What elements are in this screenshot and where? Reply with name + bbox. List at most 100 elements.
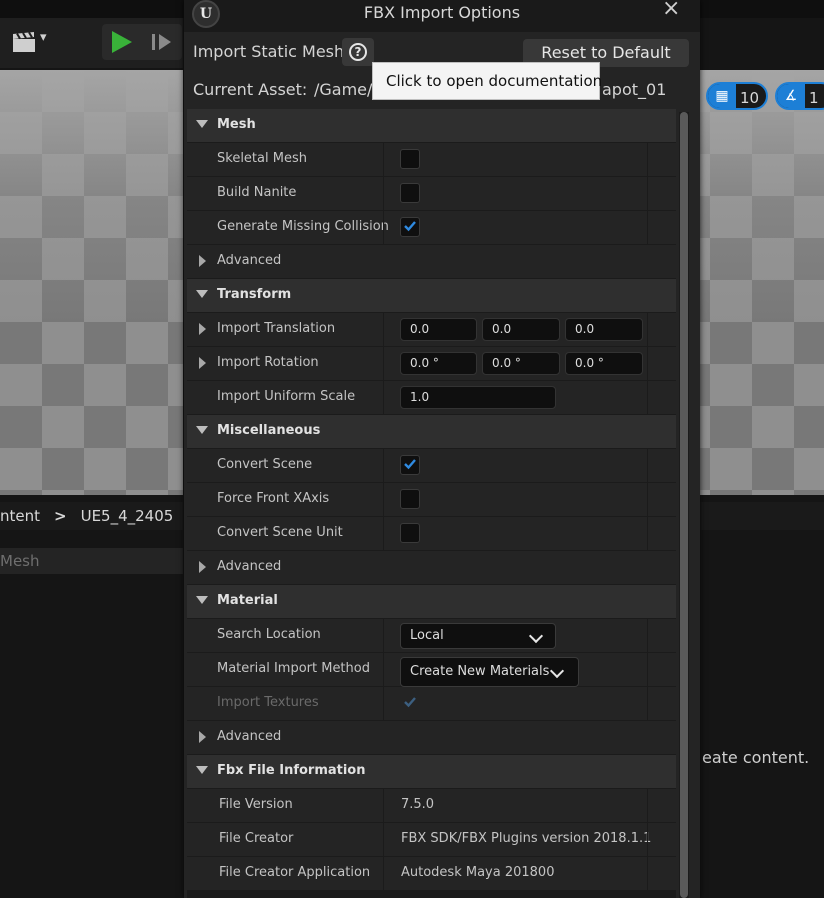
frame-step-icon[interactable]: [152, 33, 172, 51]
column-divider[interactable]: [383, 823, 384, 856]
column-divider[interactable]: [383, 517, 384, 550]
column-divider[interactable]: [383, 857, 384, 890]
property-import-translation: Import Translation 0.0 0.0 0.0: [187, 313, 676, 347]
category-label: Miscellaneous: [217, 423, 321, 438]
translation-y-input[interactable]: 0.0: [482, 318, 560, 341]
category-miscellaneous[interactable]: Miscellaneous: [187, 415, 676, 449]
advanced-mesh-group[interactable]: Advanced: [187, 245, 676, 279]
details-scrollbar[interactable]: [679, 112, 689, 898]
property-import-uniform-scale: Import Uniform Scale 1.0: [187, 381, 676, 415]
column-divider: [647, 211, 648, 244]
checkmark-icon: [404, 697, 416, 708]
rotation-x-input[interactable]: 0.0 °: [400, 352, 477, 375]
column-divider: [647, 789, 648, 822]
material-import-method-dropdown[interactable]: Create New Materials: [400, 657, 579, 687]
angle-snap-chip[interactable]: ∡ 1: [775, 82, 824, 110]
property-generate-missing-collision: Generate Missing Collision: [187, 211, 676, 245]
build-nanite-checkbox[interactable]: [400, 183, 420, 203]
advanced-misc-group[interactable]: Advanced: [187, 551, 676, 585]
import-textures-checkbox: [400, 693, 420, 713]
breadcrumb-item-folder[interactable]: UE5_4_2405: [81, 507, 174, 525]
checkmark-icon: [404, 459, 416, 470]
dialog-title: FBX Import Options: [363, 3, 521, 22]
translation-x-input[interactable]: 0.0: [400, 318, 477, 341]
uniform-scale-input[interactable]: 1.0: [400, 386, 556, 409]
content-search-input[interactable]: Mesh: [0, 548, 183, 574]
column-divider[interactable]: [383, 347, 384, 380]
content-bar-right: [700, 502, 824, 530]
search-location-dropdown[interactable]: Local: [400, 623, 556, 649]
details-panel: Mesh Skeletal Mesh Build Nanite Generate…: [187, 109, 676, 898]
generate-collision-checkbox[interactable]: [400, 217, 420, 237]
column-divider[interactable]: [383, 789, 384, 822]
column-divider[interactable]: [383, 687, 384, 720]
category-mesh[interactable]: Mesh: [187, 109, 676, 143]
column-divider[interactable]: [383, 177, 384, 210]
property-label: Skeletal Mesh: [217, 151, 307, 166]
collapse-arrow-icon: [196, 426, 208, 434]
column-divider: [647, 381, 648, 414]
chevron-down-icon[interactable]: ▾: [40, 30, 47, 45]
collapse-arrow-icon: [196, 596, 208, 604]
column-divider[interactable]: [383, 211, 384, 244]
property-convert-scene: Convert Scene: [187, 449, 676, 483]
column-divider[interactable]: [383, 381, 384, 414]
category-fbx-file-information[interactable]: Fbx File Information: [187, 755, 676, 789]
property-material-import-method: Material Import Method Create New Materi…: [187, 653, 676, 687]
column-divider: [647, 449, 648, 482]
skeletal-mesh-checkbox[interactable]: [400, 149, 420, 169]
category-transform[interactable]: Transform: [187, 279, 676, 313]
column-divider[interactable]: [383, 449, 384, 482]
dialog-titlebar[interactable]: U FBX Import Options ×: [184, 0, 700, 32]
force-front-xaxis-checkbox[interactable]: [400, 489, 420, 509]
viewport-left[interactable]: [0, 70, 183, 495]
column-divider: [647, 823, 648, 856]
column-divider: [647, 687, 648, 720]
clapperboard-icon[interactable]: [12, 31, 36, 53]
property-label: File Creator: [219, 831, 294, 846]
breadcrumb-separator: >: [54, 507, 67, 525]
collapse-arrow-icon: [196, 766, 208, 774]
column-divider[interactable]: [383, 619, 384, 652]
property-build-nanite: Build Nanite: [187, 177, 676, 211]
rotation-y-input[interactable]: 0.0 °: [482, 352, 560, 375]
file-version-value: 7.5.0: [401, 797, 435, 812]
rotation-z-input[interactable]: 0.0 °: [565, 352, 643, 375]
play-icon[interactable]: [112, 31, 132, 53]
play-controls: [102, 24, 182, 60]
property-label: Advanced: [217, 253, 282, 268]
column-divider: [647, 313, 648, 346]
column-divider: [647, 177, 648, 210]
chevron-down-icon: [528, 628, 544, 644]
grid-snap-chip[interactable]: ▦ 10: [706, 82, 768, 110]
help-icon: ?: [349, 43, 367, 61]
dropdown-value: Local: [410, 628, 444, 643]
chevron-down-icon: [549, 663, 565, 679]
convert-scene-checkbox[interactable]: [400, 455, 420, 475]
viewport-right[interactable]: [700, 70, 824, 495]
scrollbar-thumb[interactable]: [680, 112, 688, 898]
column-divider[interactable]: [383, 143, 384, 176]
property-force-front-xaxis: Force Front XAxis: [187, 483, 676, 517]
column-divider[interactable]: [383, 483, 384, 516]
property-search-location: Search Location Local: [187, 619, 676, 653]
translation-z-input[interactable]: 0.0: [565, 318, 643, 341]
convert-scene-unit-checkbox[interactable]: [400, 523, 420, 543]
expand-arrow-icon: [199, 731, 206, 743]
breadcrumb-item-content[interactable]: ntent: [0, 507, 40, 525]
expand-arrow-icon[interactable]: [199, 323, 206, 335]
column-divider: [647, 517, 648, 550]
close-icon[interactable]: ×: [662, 0, 680, 21]
property-label: Convert Scene: [217, 457, 313, 472]
property-convert-scene-unit: Convert Scene Unit: [187, 517, 676, 551]
documentation-button[interactable]: ?: [342, 38, 374, 66]
expand-arrow-icon[interactable]: [199, 357, 206, 369]
expand-arrow-icon: [199, 561, 206, 573]
category-material[interactable]: Material: [187, 585, 676, 619]
checkmark-icon: [404, 221, 416, 232]
column-divider: [647, 483, 648, 516]
property-label: Material Import Method: [217, 661, 370, 676]
advanced-material-group[interactable]: Advanced: [187, 721, 676, 755]
column-divider[interactable]: [383, 653, 384, 686]
column-divider[interactable]: [383, 313, 384, 346]
